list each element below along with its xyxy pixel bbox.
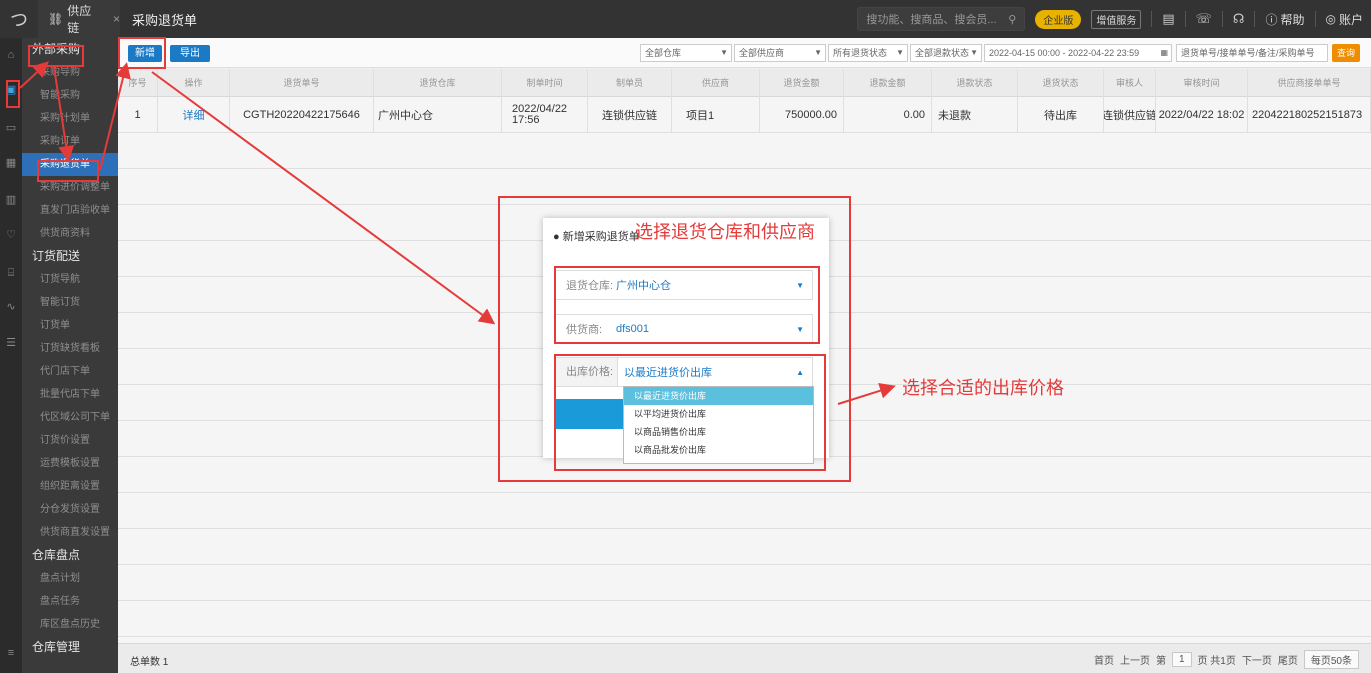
sidebar-group-inventory[interactable]: 仓库盘点: [22, 544, 118, 567]
menu-icon[interactable]: ☰: [4, 336, 18, 350]
help-link[interactable]: ⓘ 帮助: [1265, 11, 1304, 28]
collapse-icon[interactable]: ≡: [4, 646, 18, 660]
global-search-input[interactable]: 搜功能、搜商品、搜会员... ⚲: [857, 7, 1026, 31]
top-bar: つ ⛓ 供应链 × 采购退货单 搜功能、搜商品、搜会员... ⚲ 企业版 增值服…: [0, 0, 1371, 38]
clipboard-icon[interactable]: ▥: [4, 193, 18, 207]
close-icon[interactable]: ×: [113, 12, 120, 26]
divider: [1314, 11, 1316, 27]
account-link[interactable]: ◎ 账户: [1326, 11, 1364, 28]
sidebar-item-purchase-order[interactable]: 采购订单: [22, 130, 118, 153]
sidebar-item-warehouse-delivery[interactable]: 分仓发货设置: [22, 498, 118, 521]
user-icon: ◎: [1325, 12, 1336, 26]
chevron-down-icon: ▼: [814, 48, 822, 57]
app-window: つ ⛓ 供应链 × 采购退货单 搜功能、搜商品、搜会员... ⚲ 企业版 增值服…: [0, 0, 1371, 673]
sidebar-item-distance-setting[interactable]: 组织距离设置: [22, 475, 118, 498]
annotation-box: [554, 266, 820, 344]
chevron-down-icon: ▼: [896, 48, 904, 57]
annotation-box: [6, 80, 20, 108]
sidebar-item-shipping-template[interactable]: 运费模板设置: [22, 452, 118, 475]
query-button[interactable]: 查询: [1332, 44, 1360, 62]
icon-rail: ⌂ ▣ ▭ ▦ ▥ ♡ ⌸ ∿ ☰ ≡: [0, 38, 22, 673]
refund-status-filter[interactable]: 全部退款状态 ▼: [910, 44, 982, 62]
search-icon: ⚲: [1008, 13, 1017, 26]
sidebar-item-count-history[interactable]: 库区盘点历史: [22, 613, 118, 636]
divider: [1254, 11, 1256, 27]
warehouse-filter[interactable]: 全部仓库 ▼: [640, 44, 732, 62]
app-tab-label: 供应链: [67, 4, 92, 35]
sidebar-item-order[interactable]: 订货单: [22, 314, 118, 337]
annotation-box: [554, 354, 826, 471]
sidebar-item-order-for-store[interactable]: 代门店下单: [22, 360, 118, 383]
sidebar-item-shortage-board[interactable]: 订货缺货看板: [22, 337, 118, 360]
chart-icon[interactable]: ∿: [4, 300, 18, 314]
enterprise-badge[interactable]: 企业版: [1035, 9, 1082, 29]
sidebar-group-warehouse[interactable]: 仓库管理: [22, 636, 118, 659]
annotation-note-price: 选择合适的出库价格: [902, 378, 1064, 398]
chevron-down-icon: ▼: [970, 48, 978, 57]
export-button[interactable]: 导出: [170, 45, 210, 62]
divider: [1184, 11, 1186, 27]
sidebar-menu: 外部采购 采购导购 智能采购 采购计划单 采购订单 采购退货单 采购进价调整单 …: [22, 38, 118, 673]
annotation-box: [37, 160, 99, 182]
annotation-box: [118, 37, 166, 69]
home-icon[interactable]: ⌂: [4, 48, 18, 62]
shield-icon[interactable]: ♡: [4, 228, 18, 242]
headset-icon[interactable]: ☊: [1233, 11, 1245, 27]
store-icon[interactable]: ⌸: [4, 266, 18, 280]
notification-icon[interactable]: ☏: [1196, 11, 1212, 27]
sidebar-item-count-plan[interactable]: 盘点计划: [22, 567, 118, 590]
sidebar-item-order-nav[interactable]: 订货导航: [22, 268, 118, 291]
sidebar-item-smart-order[interactable]: 智能订货: [22, 291, 118, 314]
help-icon: ⓘ: [1265, 12, 1278, 27]
toolbar: 新增 导出 全部仓库 ▼ 全部供应商 ▼ 所有退货状态 ▼ 全部退款状态 ▼ 2022-…: [118, 38, 1371, 68]
sidebar-item-supplier-info[interactable]: 供货商资料: [22, 222, 118, 245]
sidebar-item-count-task[interactable]: 盘点任务: [22, 590, 118, 613]
annotation-note-warehouse-supplier: 选择退货仓库和供应商: [635, 222, 815, 242]
orders-icon[interactable]: ▭: [4, 121, 18, 135]
notebook-icon[interactable]: ▤: [1162, 11, 1174, 27]
divider: [1221, 11, 1223, 27]
calendar-icon: ▦: [1160, 48, 1168, 57]
calendar-icon[interactable]: ▦: [4, 156, 18, 170]
chevron-down-icon: ▼: [720, 48, 728, 57]
sidebar-item-direct-delivery[interactable]: 供货商直发设置: [22, 521, 118, 544]
logo-icon[interactable]: つ: [0, 0, 38, 38]
date-range-input[interactable]: 2022-04-15 00:00 - 2022-04-22 23:59 ▦: [984, 44, 1172, 62]
sidebar-item-order-price[interactable]: 订货价设置: [22, 429, 118, 452]
supplier-filter[interactable]: 全部供应商 ▼: [734, 44, 826, 62]
page-title: 采购退货单: [132, 12, 198, 28]
divider: [1151, 11, 1153, 27]
supply-chain-icon: ⛓: [48, 12, 64, 26]
sidebar-item-batch-order[interactable]: 批量代店下单: [22, 383, 118, 406]
value-added-services-button[interactable]: 增值服务: [1091, 9, 1142, 29]
annotation-box: [28, 45, 84, 67]
keyword-search-input[interactable]: 退货单号/接单单号/备注/采购单号: [1176, 44, 1328, 62]
sidebar-item-order-for-region[interactable]: 代区域公司下单: [22, 406, 118, 429]
sidebar-item-store-receipt[interactable]: 直发门店验收单: [22, 199, 118, 222]
sidebar-group-order-delivery[interactable]: 订货配送: [22, 245, 118, 268]
sidebar-item-smart-purchase[interactable]: 智能采购: [22, 84, 118, 107]
return-status-filter[interactable]: 所有退货状态 ▼: [828, 44, 908, 62]
sidebar-item-purchase-plan[interactable]: 采购计划单: [22, 107, 118, 130]
app-tab[interactable]: ⛓ 供应链 ×: [38, 0, 120, 38]
